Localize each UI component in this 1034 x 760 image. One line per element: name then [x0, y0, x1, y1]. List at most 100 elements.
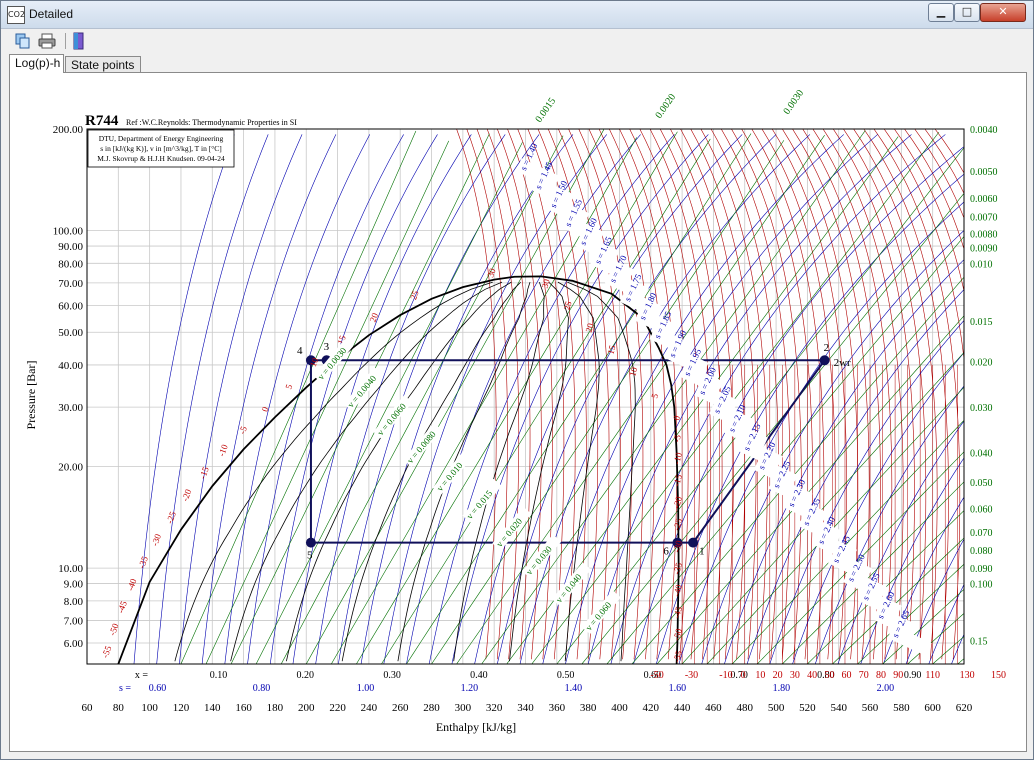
x-tick-label: 160: [235, 702, 252, 714]
quality-tick-label: 0.20: [297, 670, 315, 681]
isochore-label-top: 0.0015: [533, 96, 558, 125]
entropy-tick-label: 1.80: [773, 683, 791, 694]
isotherm-label: 0: [671, 414, 682, 421]
x-tick-label: 580: [893, 702, 910, 714]
isochore-label-right: 0.100: [970, 580, 993, 591]
entropy-tick-label: 0.80: [253, 683, 271, 694]
y-tick-label: 50.00: [58, 327, 83, 339]
isochore-label-right: 0.060: [970, 505, 993, 516]
isotherm-label: 30: [485, 266, 498, 278]
isotherm-label: 5: [283, 382, 294, 390]
y-tick-label: 20.00: [58, 462, 83, 474]
quality-line: [230, 281, 503, 662]
isochore-label: v = 0.0030: [316, 345, 349, 382]
isentrope-line: [860, 457, 964, 664]
isotherm-label: -20: [180, 487, 194, 502]
isochore-line: [983, 657, 991, 664]
isotherm-line: [629, 129, 689, 660]
logp-h-chart[interactable]: R744 Ref :W.C.Reynolds: Thermodynamic Pr…: [10, 73, 1026, 751]
isochore-label-right: 0.010: [970, 259, 993, 270]
isochore-label-right: 0.040: [970, 449, 993, 460]
isochore-line: [782, 481, 964, 664]
x-tick-label: 360: [549, 702, 566, 714]
tab-panel: R744 Ref :W.C.Reynolds: Thermodynamic Pr…: [9, 72, 1027, 752]
isochore-label-right: 0.0060: [970, 194, 998, 205]
temperature-tick-label: -50: [650, 670, 663, 681]
x-tick-label: 240: [361, 702, 378, 714]
isentrope-line: [338, 134, 540, 664]
isotherm-label: -5: [671, 433, 683, 443]
isochore-label-right: 0.015: [970, 317, 993, 328]
x-tick-label: 440: [674, 702, 691, 714]
maximize-button[interactable]: □: [954, 3, 980, 22]
temperature-tick-label: 90: [893, 670, 903, 681]
quality-tick-label: 0.50: [557, 670, 575, 681]
close-button[interactable]: ✕: [980, 3, 1026, 22]
isotherm-label: -55: [100, 644, 114, 659]
isotherm-line: [873, 129, 961, 660]
isotherm-line: [741, 129, 813, 660]
quality-prefix: x =: [135, 670, 149, 681]
exit-button[interactable]: [69, 32, 89, 50]
isochore-label-right: 0.0050: [970, 167, 998, 178]
isotherm-label: 25: [408, 289, 421, 301]
print-button[interactable]: [37, 32, 57, 50]
temperature-tick-label: -30: [685, 670, 698, 681]
state-point-label: 4: [297, 345, 303, 357]
temperature-tick-label: 150: [991, 670, 1006, 681]
x-tick-label: 80: [113, 702, 125, 714]
title-bar[interactable]: CO2 Detailed ▁ □ ✕: [1, 1, 1033, 29]
isochore-label: v = 0.040: [554, 572, 584, 605]
reference-text: Ref :W.C.Reynolds: Thermodynamic Propert…: [126, 118, 297, 127]
entropy-tick-label: 2.00: [877, 683, 895, 694]
x-tick-label: 620: [956, 702, 973, 714]
y-tick-label: 9.00: [64, 579, 84, 591]
isotherm-label: -30: [150, 532, 164, 547]
y-tick-label: 30.00: [58, 402, 83, 414]
tab-state-points[interactable]: State points: [65, 56, 141, 73]
copy-button[interactable]: [13, 32, 33, 50]
isochore-label-top: 0.0020: [653, 92, 678, 121]
entropy-tick-label: 1.20: [461, 683, 479, 694]
entropy-tick-label: 1.00: [357, 683, 375, 694]
x-tick-label: 600: [924, 702, 941, 714]
isotherm-label: 15: [605, 344, 617, 356]
quality-tick-label: 0.30: [383, 670, 401, 681]
temperature-tick-label: 70: [859, 670, 869, 681]
x-tick-label: 320: [486, 702, 503, 714]
isentrope-line: [905, 538, 964, 664]
exit-door-icon: [73, 32, 84, 50]
isotherm-line: [639, 129, 700, 660]
x-tick-label: 100: [141, 702, 158, 714]
isotherm-label: -25: [164, 510, 178, 525]
isentrope-line: [292, 134, 472, 664]
x-tick-label: 140: [204, 702, 221, 714]
entropy-tick-label: 0.60: [149, 683, 167, 694]
isotherm-label: -10: [216, 443, 230, 458]
isentrope-line: [1020, 134, 1026, 664]
isochore-label-right: 0.090: [970, 564, 993, 575]
isochore-label-right: 0.0090: [970, 244, 998, 255]
y-tick-label: 200.00: [53, 124, 84, 136]
isentrope-line: [406, 134, 641, 664]
quality-line: [557, 281, 600, 662]
tab-logp-h[interactable]: Log(p)-h: [9, 54, 64, 73]
x-tick-label: 300: [455, 702, 472, 714]
isochore-line: [205, 140, 450, 664]
y-tick-label: 90.00: [58, 241, 83, 253]
minimize-button[interactable]: ▁: [928, 3, 954, 22]
state-point-label: 5: [307, 550, 313, 562]
window-title: Detailed: [29, 7, 74, 21]
isochore-line: [331, 137, 637, 664]
isochore-label-right: 0.15: [970, 637, 988, 648]
x-tick-label: 480: [737, 702, 754, 714]
state-point-label: 2: [824, 342, 830, 354]
temperature-tick-label: 30: [790, 670, 800, 681]
temperature-tick-label: -10: [719, 670, 732, 681]
y-axis-title: Pressure [Bar]: [24, 361, 38, 430]
y-tick-label: 60.00: [58, 300, 83, 312]
x-tick-label: 500: [768, 702, 785, 714]
isochore-label-top: 0.0030: [781, 88, 806, 117]
y-tick-label: 100.00: [53, 226, 84, 238]
copy-icon: [15, 33, 30, 49]
